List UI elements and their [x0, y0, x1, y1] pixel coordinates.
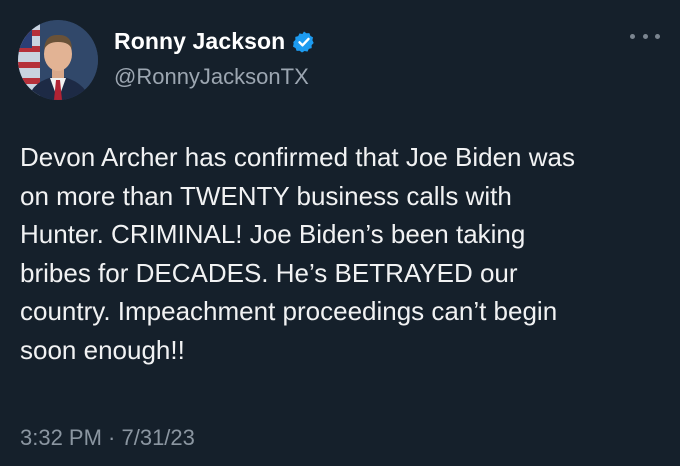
more-horizontal-icon[interactable] — [630, 28, 660, 44]
more-dot — [642, 33, 648, 39]
author-name-row: Ronny Jackson — [114, 28, 316, 55]
more-dot — [630, 33, 635, 39]
more-dot — [655, 33, 660, 39]
tweet-timestamp[interactable]: 3:32 PM · 7/31/23 — [20, 425, 195, 451]
verified-badge-icon — [292, 30, 316, 54]
avatar[interactable] — [18, 20, 98, 100]
user-handle[interactable]: @RonnyJacksonTX — [114, 64, 309, 90]
display-name[interactable]: Ronny Jackson — [114, 28, 285, 55]
tweet-card: Ronny Jackson @RonnyJacksonTX Devon Arch… — [0, 0, 680, 466]
tweet-text: Devon Archer has confirmed that Joe Bide… — [20, 142, 575, 365]
avatar-photo — [18, 20, 98, 100]
